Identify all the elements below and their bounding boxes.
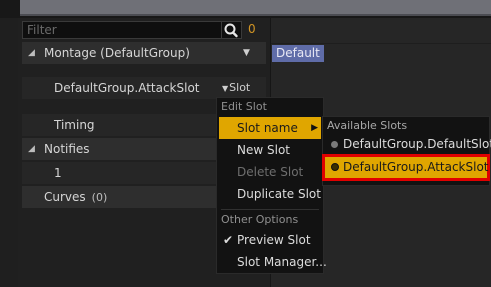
menu-separator (221, 209, 319, 210)
menu-item-label: Slot Manager... (237, 255, 327, 269)
curves-label: Curves (44, 190, 86, 204)
notifies-section-label: Notifies (44, 142, 90, 156)
submenu-item-label: DefaultGroup.AttackSlot (343, 160, 489, 174)
search-icon[interactable] (222, 21, 242, 39)
menu-item-new-slot[interactable]: New Slot (219, 139, 321, 161)
timeline-divider (271, 43, 491, 44)
menu-item-slot-name[interactable]: Slot name ▶ (219, 117, 321, 139)
slot-group-label[interactable]: Default (272, 45, 324, 62)
slot-row: DefaultGroup.AttackSlot ▼Slot (22, 77, 266, 99)
menu-item-label: Duplicate Slot (237, 187, 321, 201)
top-toolbar (0, 0, 491, 18)
radio-icon (331, 141, 338, 148)
menu-item-label: New Slot (237, 143, 290, 157)
menu-item-preview-slot[interactable]: ✔ Preview Slot (219, 229, 321, 251)
slot-button-label: Slot (229, 81, 251, 94)
filter-row: Filter 0 (22, 21, 266, 39)
menu-item-label: Slot name (237, 121, 298, 135)
montage-section-header[interactable]: ◢ Montage (DefaultGroup) ▼ (22, 42, 266, 64)
triangle-down-icon[interactable]: ◢ (28, 42, 35, 64)
filter-input[interactable]: Filter (22, 21, 222, 39)
radio-icon (331, 163, 339, 171)
submenu-heading: Available Slots (327, 119, 408, 132)
menu-heading-edit-slot: Edit Slot (221, 100, 267, 113)
montage-section-label: Montage (DefaultGroup) (44, 46, 190, 60)
submenu-item-attack-slot[interactable]: DefaultGroup.AttackSlot (325, 157, 489, 178)
menu-item-slot-manager[interactable]: Slot Manager... (219, 251, 327, 273)
menu-item-delete-slot: Delete Slot (219, 161, 321, 183)
menu-item-label: Preview Slot (237, 233, 311, 247)
curves-count: (0) (91, 191, 108, 204)
triangle-down-icon[interactable]: ◢ (28, 138, 35, 160)
menu-heading-other-options: Other Options (221, 213, 299, 226)
timing-label: Timing (54, 118, 95, 132)
submenu-item-default-slot[interactable]: DefaultGroup.DefaultSlot (325, 134, 491, 155)
notify-value: 1 (54, 166, 62, 180)
slot-name-label: DefaultGroup.AttackSlot (54, 81, 200, 95)
menu-item-duplicate-slot[interactable]: Duplicate Slot (219, 183, 321, 205)
toolbar-strip (20, 0, 491, 16)
submenu-item-label: DefaultGroup.DefaultSlot (343, 137, 491, 151)
menu-item-label: Delete Slot (237, 165, 304, 179)
slot-context-menu: Edit Slot Slot name ▶ New Slot Delete Sl… (216, 97, 327, 274)
check-icon: ✔ (223, 233, 234, 247)
available-slots-submenu: Available Slots DefaultGroup.DefaultSlot… (322, 116, 491, 186)
left-panel-strip (0, 18, 18, 287)
filter-result-count: 0 (248, 22, 256, 36)
chevron-down-icon: ▼ (222, 84, 229, 93)
chevron-down-icon[interactable]: ▼ (243, 42, 250, 64)
chevron-right-icon: ▶ (311, 123, 318, 133)
